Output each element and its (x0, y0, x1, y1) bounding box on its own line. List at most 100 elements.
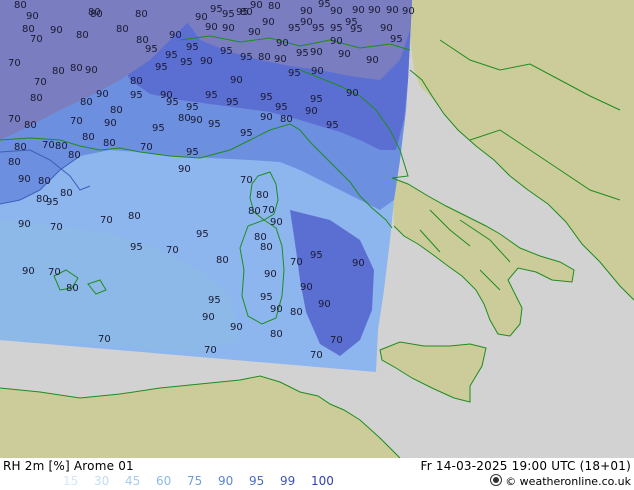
contour-label: 90 (96, 89, 109, 100)
contour-label: 90 (250, 0, 263, 11)
contour-label: 80 (60, 188, 73, 199)
contour-label: 80 (270, 329, 283, 340)
contour-label: 70 (100, 215, 113, 226)
contour-label: 95 (152, 123, 165, 134)
contour-label: 95 (205, 90, 218, 101)
contour-label: 90 (205, 22, 218, 33)
contour-label: 95 (165, 50, 178, 61)
contour-label: 80 (14, 0, 27, 11)
contour-label: 95 (390, 34, 403, 45)
contour-label: 70 (34, 77, 47, 88)
contour-label: 70 (290, 257, 303, 268)
contour-label: 95 (186, 42, 199, 53)
contour-label: 90 (270, 217, 283, 228)
copyright[interactable]: © weatheronline.co.uk (490, 474, 631, 488)
contour-label: 90 (202, 312, 215, 323)
contour-label: 70 (330, 335, 343, 346)
contour-label: 80 (38, 176, 51, 187)
contour-label: 95 (220, 46, 233, 57)
contour-label: 90 (264, 269, 277, 280)
contour-label: 95 (330, 23, 343, 34)
contour-label: 70 (70, 116, 83, 127)
contour-label: 95 (180, 57, 193, 68)
contour-label: 70 (204, 345, 217, 356)
contour-label: 80 (110, 105, 123, 116)
contour-label: 90 (274, 54, 287, 65)
contour-label: 90 (50, 25, 63, 36)
contour-label: 80 (68, 150, 81, 161)
contour-label: 80 (268, 1, 281, 12)
contour-label: 80 (116, 24, 129, 35)
contour-label: 80 (258, 52, 271, 63)
contour-label: 90 (386, 5, 399, 16)
contour-label: 80 (14, 142, 27, 153)
contour-label: 95 (310, 250, 323, 261)
legend-item: 100 (311, 474, 334, 488)
contour-label: 80 (136, 35, 149, 46)
contour-label: 80 (8, 157, 21, 168)
contour-label: 70 (98, 334, 111, 345)
contour-label: 70 (30, 34, 43, 45)
contour-label: 90 (85, 65, 98, 76)
contour-label: 80 (216, 255, 229, 266)
contour-label: 95 (288, 68, 301, 79)
contour-label: 90 (352, 5, 365, 16)
contour-label: 80 (103, 138, 116, 149)
contour-label: 90 (300, 282, 313, 293)
contour-label: 70 (8, 114, 21, 125)
contour-label: 90 (402, 6, 415, 17)
contour-label: 90 (270, 304, 283, 315)
contour-label: 95 (186, 102, 199, 113)
contour-label: 95 (288, 23, 301, 34)
contour-label: 80 (256, 190, 269, 201)
contour-label: 80 (55, 141, 68, 152)
legend-item: 15 (63, 474, 79, 488)
contour-label: 90 (160, 90, 173, 101)
contour-label: 90 (305, 106, 318, 117)
contour-label: 90 (318, 299, 331, 310)
contour-label: 90 (330, 6, 343, 17)
contour-label: 95 (236, 7, 249, 18)
contour-label: 80 (52, 66, 65, 77)
contour-label: 70 (262, 205, 275, 216)
contour-label: 80 (290, 307, 303, 318)
legend-item: 30 (94, 474, 110, 488)
contour-label: 70 (140, 142, 153, 153)
contour-label: 95 (260, 92, 273, 103)
contour-label: 90 (338, 49, 351, 60)
contour-label: 90 (310, 47, 323, 58)
contour-label: 95 (210, 4, 223, 15)
contour-label: 70 (166, 245, 179, 256)
contour-label: 80 (22, 24, 35, 35)
legend-item: 60 (156, 474, 172, 488)
contour-label: 90 (300, 17, 313, 28)
legend-item: 99 (280, 474, 296, 488)
contour-label: 95 (275, 102, 288, 113)
contour-label: 90 (300, 6, 313, 17)
footer-row-top: RH 2m [%] Arome 01 Fr 14-03-2025 19:00 U… (3, 459, 631, 473)
map-title: RH 2m [%] Arome 01 (3, 459, 134, 473)
legend: 15 30 45 60 75 90 95 99 100 (3, 474, 342, 488)
contour-label: 95 (130, 90, 143, 101)
contour-label: 95 (186, 147, 199, 158)
contour-label: 95 (318, 0, 331, 10)
contour-label: 70 (310, 350, 323, 361)
contour-label: 70 (240, 175, 253, 186)
footer-row-bottom: 15 30 45 60 75 90 95 99 100 © weatheronline.co.u… (3, 474, 631, 490)
contour-label: 80 (260, 242, 273, 253)
contour-label: 95 (196, 229, 209, 240)
contour-label: 90 (230, 75, 243, 86)
contour-label: 90 (200, 56, 213, 67)
contour-label: 80 (76, 30, 89, 41)
contour-label: 80 (80, 97, 93, 108)
contour-label: 80 (130, 76, 143, 87)
contour-label: 90 (352, 258, 365, 269)
footer: RH 2m [%] Arome 01 Fr 14-03-2025 19:00 U… (0, 458, 634, 490)
contour-label: 95 (240, 52, 253, 63)
contour-label: 80 (280, 114, 293, 125)
contour-label: 95 (312, 23, 325, 34)
contour-label: 90 (26, 11, 39, 22)
contour-label: 95 (326, 120, 339, 131)
contour-label: 90 (330, 36, 343, 47)
contour-label: 80 (128, 211, 141, 222)
